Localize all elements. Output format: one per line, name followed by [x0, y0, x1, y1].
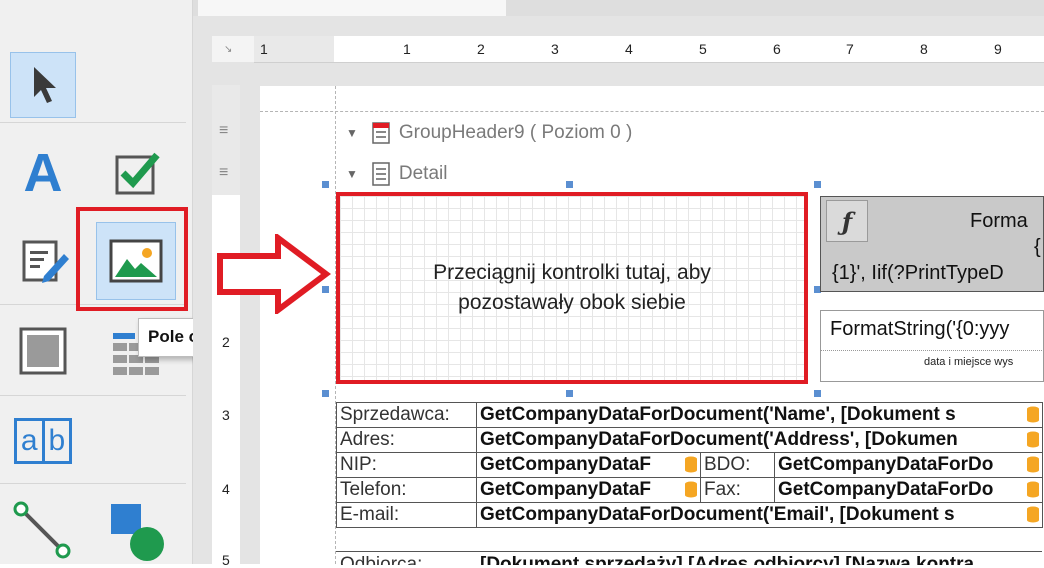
database-icon — [1027, 431, 1039, 448]
rich-text-edit-icon — [22, 240, 69, 283]
database-icon — [685, 481, 697, 498]
checkbox-icon — [115, 152, 160, 195]
formula-line-1: Forma — [970, 210, 1028, 232]
field-divider — [820, 350, 1044, 351]
email-label: E-mail: — [336, 502, 477, 528]
drop-zone-panel[interactable]: Przeciągnij kontrolki tutaj, aby pozosta… — [336, 192, 808, 384]
ruler-label: 6 — [773, 41, 781, 57]
bdo-label: BDO: — [700, 452, 775, 478]
page-margin-line — [260, 111, 1044, 112]
document-tab[interactable] — [198, 0, 506, 16]
table-row: Adres: GetCompanyDataForDocument('Addres… — [336, 427, 1043, 453]
pointer-arrow-icon — [34, 67, 56, 103]
shape-tool[interactable] — [104, 498, 170, 564]
table-row: Sprzedawca: GetCompanyDataForDocument('N… — [336, 402, 1043, 428]
ruler-corner: ↘ — [212, 36, 254, 62]
formula-line-2: { — [1034, 236, 1041, 258]
database-icon — [1027, 406, 1039, 423]
ruler-label: 3 — [551, 41, 559, 57]
formula-line-3: {1}', Iif(?PrintTypeD — [832, 262, 1004, 284]
character-comb-icon: a b — [13, 418, 73, 464]
resize-handle[interactable] — [566, 181, 573, 188]
group-header-icon — [370, 121, 392, 145]
comb-glyph-b: b — [48, 424, 66, 457]
line-tool[interactable] — [10, 498, 76, 564]
database-icon — [1027, 456, 1039, 473]
ruler-label: 1 — [260, 41, 268, 57]
fax-label: Fax: — [700, 477, 775, 503]
label-tool[interactable]: A — [10, 140, 76, 206]
seller-name-field[interactable]: GetCompanyDataForDocument('Name', [Dokum… — [476, 402, 1043, 428]
drop-zone-hint: Przeciągnij kontrolki tutaj, aby pozosta… — [433, 261, 711, 314]
ruler-label: 5 — [699, 41, 707, 57]
detail-icon — [370, 161, 392, 187]
table-row: NIP: GetCompanyDataF BDO: GetCompanyData… — [336, 452, 1043, 478]
resize-handle[interactable] — [814, 181, 821, 188]
seller-table: Sprzedawca: GetCompanyDataForDocument('N… — [336, 402, 1043, 528]
buyer-field[interactable]: [Dokument sprzedaży].[Adres odbiorcy].[N… — [480, 554, 974, 565]
database-icon — [1027, 506, 1039, 523]
character-comb-tool[interactable]: a b — [10, 408, 76, 474]
band-label: GroupHeader9 ( Poziom 0 ) — [398, 122, 633, 143]
ruler-label: 2 — [477, 41, 485, 57]
band-grip-icon[interactable]: ≡ — [219, 164, 228, 182]
text-a-icon: A — [23, 143, 63, 203]
phone-field[interactable]: GetCompanyDataF — [476, 477, 701, 503]
band-label: Detail — [398, 163, 448, 184]
toolbox: A a b Pole — [0, 0, 255, 564]
ruler-label: 8 — [920, 41, 928, 57]
phone-label: Telefon: — [336, 477, 477, 503]
band-group-header[interactable]: ▼ GroupHeader9 ( Poziom 0 ) — [336, 120, 632, 146]
address-label: Adres: — [336, 427, 477, 453]
richtext-tool[interactable] — [10, 228, 76, 294]
ruler-label: 4 — [222, 481, 230, 497]
shape-icon — [111, 504, 164, 561]
database-icon — [685, 456, 697, 473]
nip-field[interactable]: GetCompanyDataF — [476, 452, 701, 478]
comb-glyph-a: a — [17, 421, 45, 461]
function-icon[interactable]: ƒ — [826, 200, 868, 242]
ruler-label: 1 — [403, 41, 411, 57]
pointer-tool[interactable] — [10, 52, 76, 118]
buyer-row: Odbiorca: [Dokument sprzedaży].[Adres od… — [336, 551, 1042, 565]
picture-tool-highlight — [76, 207, 188, 311]
ruler-corner-icon: ↘ — [224, 44, 233, 55]
seller-label: Sprzedawca: — [336, 402, 477, 428]
line-icon — [13, 501, 71, 559]
address-field[interactable]: GetCompanyDataForDocument('Address', [Do… — [476, 427, 1043, 453]
resize-handle[interactable] — [566, 390, 573, 397]
resize-handle[interactable] — [322, 390, 329, 397]
ruler-label: 3 — [222, 407, 230, 423]
database-icon — [1027, 481, 1039, 498]
band-grip-icon[interactable]: ≡ — [219, 122, 228, 140]
ruler-label: 9 — [994, 41, 1002, 57]
format-string-text: FormatString('{0:yyy — [830, 318, 1010, 340]
toolbox-separator — [0, 395, 186, 396]
buyer-label: Odbiorca: — [340, 554, 423, 565]
ruler-label: 7 — [846, 41, 854, 57]
checkbox-tool[interactable] — [104, 140, 170, 206]
annotation-arrow-icon — [217, 234, 331, 314]
collapse-triangle-icon[interactable]: ▼ — [346, 126, 358, 140]
ruler-label: 5 — [222, 552, 230, 568]
panel-icon — [19, 327, 67, 375]
ruler-label: 4 — [625, 41, 633, 57]
ruler-label: 2 — [222, 334, 230, 350]
table-row: E-mail: GetCompanyDataForDocument('Email… — [336, 502, 1043, 528]
fax-field[interactable]: GetCompanyDataForDo — [774, 477, 1043, 503]
panel-tool[interactable] — [10, 318, 76, 384]
nip-label: NIP: — [336, 452, 477, 478]
resize-handle[interactable] — [814, 390, 821, 397]
email-field[interactable]: GetCompanyDataForDocument('Email', [Doku… — [476, 502, 1043, 528]
toolbox-separator — [0, 122, 186, 123]
toolbox-separator — [0, 483, 186, 484]
band-detail[interactable]: ▼ Detail — [336, 161, 447, 187]
resize-handle[interactable] — [322, 181, 329, 188]
date-place-caption: data i miejsce wys — [924, 356, 1014, 368]
table-row: Telefon: GetCompanyDataF Fax: GetCompany… — [336, 477, 1043, 503]
collapse-triangle-icon[interactable]: ▼ — [346, 167, 358, 181]
bdo-field[interactable]: GetCompanyDataForDo — [774, 452, 1043, 478]
